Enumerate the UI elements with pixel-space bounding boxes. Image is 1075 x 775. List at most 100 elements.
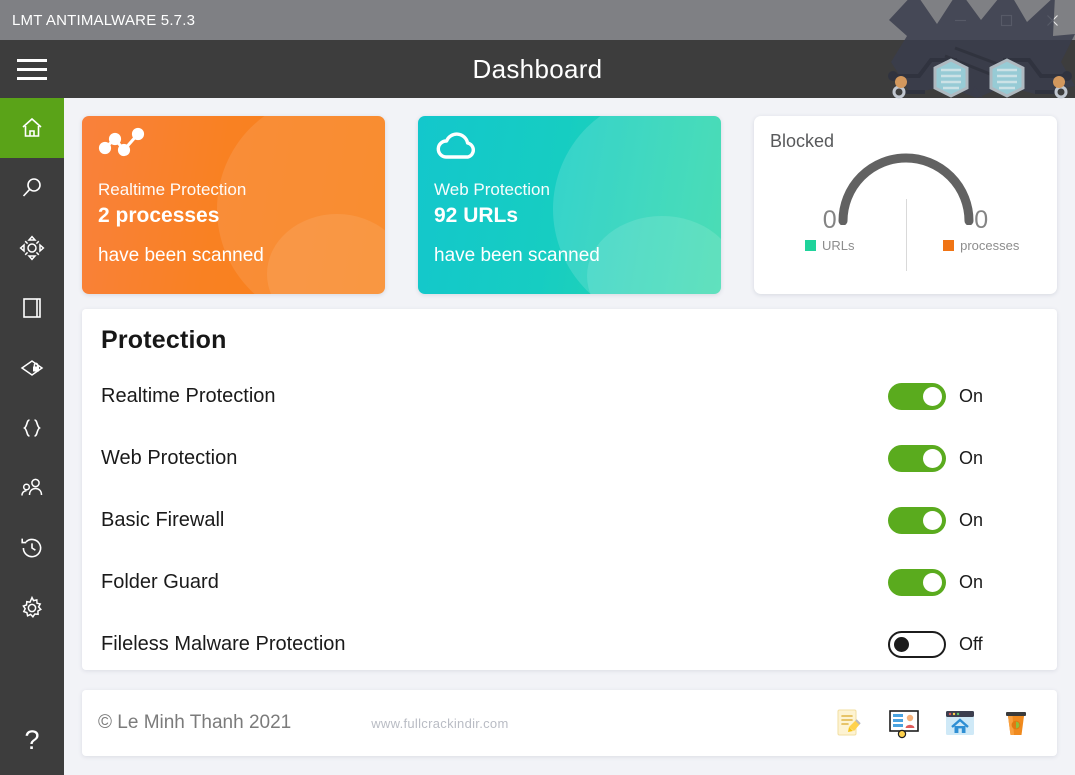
protection-name: Web Protection <box>101 446 238 469</box>
copyright-text: © Le Minh Thanh 2021 <box>98 712 292 733</box>
minimize-button[interactable] <box>937 0 983 40</box>
braces-icon <box>19 415 45 441</box>
protection-name: Fileless Malware Protection <box>101 632 346 655</box>
window-controls <box>937 0 1075 40</box>
protection-name: Folder Guard <box>101 570 219 593</box>
toggle-knob <box>923 510 942 530</box>
stat-value: 0 <box>822 206 837 234</box>
search-icon <box>19 175 45 201</box>
users-icon <box>19 475 45 501</box>
history-icon <box>19 535 45 561</box>
toggle-state: On <box>959 385 984 406</box>
protection-name: Basic Firewall <box>101 508 225 531</box>
sidebar-item-settings[interactable] <box>0 578 64 638</box>
toggle-knob <box>923 386 942 406</box>
toggle-knob <box>894 636 909 652</box>
table-row: Basic Firewall On <box>82 489 1057 551</box>
card-label: Realtime Protection <box>98 180 247 199</box>
gear-icon <box>19 595 45 621</box>
footer-bar: © Le Minh Thanh 2021 www.fullcrackindir.… <box>82 690 1057 756</box>
toggle-state: Off <box>959 633 983 654</box>
notes-icon[interactable] <box>829 704 867 742</box>
card-label: Web Protection <box>434 180 550 199</box>
blocked-urls-stat: 0 URLs <box>754 204 906 253</box>
page-title: Dashboard <box>472 53 603 84</box>
card-decoration <box>587 216 721 294</box>
protection-panel: Protection Realtime Protection On Web Pr… <box>82 309 1057 670</box>
card-subtext: have been scanned <box>98 245 264 266</box>
urls-swatch <box>804 240 816 251</box>
blocked-title: Blocked <box>770 131 835 151</box>
stat-label: URLs <box>821 238 855 253</box>
maximize-button[interactable] <box>983 0 1029 40</box>
window-icon <box>19 295 45 321</box>
blocked-processes-stat: 0 processes <box>906 204 1058 253</box>
blocked-card[interactable]: Blocked 0 URLs 0 processes <box>754 116 1057 294</box>
folder-lock-icon <box>19 355 45 381</box>
toggle-knob <box>923 448 942 468</box>
sidebar-item-home[interactable] <box>0 98 64 158</box>
fileless-malware-protection-toggle[interactable] <box>888 630 946 658</box>
browser-home-icon[interactable] <box>941 704 979 742</box>
toggle-group: On <box>888 506 1038 534</box>
stat-legend: URLs <box>754 238 906 253</box>
toggle-group: Off <box>888 630 1038 658</box>
toggle-state: On <box>959 571 984 592</box>
card-text: Realtime Protection 2 processes have bee… <box>98 178 264 268</box>
blocked-stats: 0 URLs 0 processes <box>754 204 1057 253</box>
card-subtext: have been scanned <box>434 245 600 266</box>
toggle-state: On <box>959 509 984 530</box>
window-title: LMT ANTIMALWARE 5.7.3 <box>12 11 196 29</box>
toggle-group: On <box>888 568 1038 596</box>
sidebar-item-quarantine[interactable] <box>0 278 64 338</box>
folder-guard-toggle[interactable] <box>888 568 946 596</box>
realtime-protection-card[interactable]: Realtime Protection 2 processes have bee… <box>82 116 385 294</box>
watermark-text: www.fullcrackindir.com <box>371 715 509 731</box>
application-window: LMT ANTIMALWARE 5.7.3 Dashboard ? Realti… <box>0 0 1075 775</box>
table-row: Fileless Malware Protection Off <box>82 613 1057 670</box>
stat-legend: processes <box>906 238 1058 253</box>
table-row: Realtime Protection On <box>82 365 1057 427</box>
app-header: Dashboard <box>0 40 1075 98</box>
table-row: Folder Guard On <box>82 551 1057 613</box>
title-bar: LMT ANTIMALWARE 5.7.3 <box>0 0 1075 40</box>
toggle-group: On <box>888 444 1038 472</box>
web-protection-toggle[interactable] <box>888 444 946 472</box>
help-icon: ? <box>24 724 40 755</box>
presentation-icon[interactable] <box>885 704 923 742</box>
cloud-icon <box>434 126 486 166</box>
toggle-group: On <box>888 382 1038 410</box>
sidebar-item-users[interactable] <box>0 458 64 518</box>
card-value: 92 URLs <box>434 204 519 227</box>
card-text: Web Protection 92 URLs have been scanned <box>434 178 600 268</box>
protection-list: Realtime Protection On Web Protection On… <box>82 365 1057 670</box>
table-row: Web Protection On <box>82 427 1057 489</box>
stat-label: processes <box>960 238 1020 253</box>
processes-swatch <box>943 240 955 251</box>
card-value: 2 processes <box>98 204 220 227</box>
basic-firewall-toggle[interactable] <box>888 506 946 534</box>
toggle-knob <box>923 572 942 592</box>
network-graph-icon <box>98 126 146 166</box>
home-icon <box>19 115 45 141</box>
sidebar-nav: ? <box>0 98 64 775</box>
sidebar-item-scan[interactable] <box>0 158 64 218</box>
sidebar-item-history[interactable] <box>0 518 64 578</box>
footer-icons <box>829 704 1057 742</box>
sidebar-item-folder-guard[interactable] <box>0 338 64 398</box>
sidebar-item-scripts[interactable] <box>0 398 64 458</box>
card-decoration <box>267 214 385 294</box>
close-button[interactable] <box>1029 0 1075 40</box>
toggle-state: On <box>959 447 984 468</box>
main-content: Realtime Protection 2 processes have bee… <box>64 98 1075 775</box>
summary-cards: Realtime Protection 2 processes have bee… <box>82 116 1057 294</box>
hamburger-icon[interactable] <box>0 40 64 98</box>
web-protection-card[interactable]: Web Protection 92 URLs have been scanned <box>418 116 721 294</box>
protection-name: Realtime Protection <box>101 384 276 407</box>
sidebar-item-help[interactable]: ? <box>0 705 64 775</box>
coffee-cup-icon[interactable] <box>997 704 1035 742</box>
protection-title: Protection <box>101 326 227 354</box>
target-icon <box>19 235 45 261</box>
realtime-protection-toggle[interactable] <box>888 382 946 410</box>
sidebar-item-realtime[interactable] <box>0 218 64 278</box>
